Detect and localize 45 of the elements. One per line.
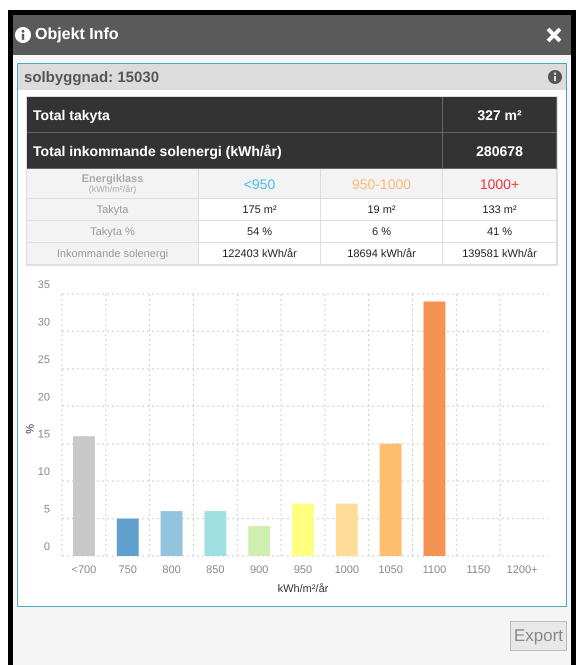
y-tick-label: 25 (38, 354, 50, 366)
table-cell: 175 m² (199, 199, 321, 221)
x-tick-label: 1100 (422, 564, 446, 576)
x-axis-label: kWh/m²/år (278, 583, 328, 595)
x-tick-label: 1050 (378, 564, 403, 576)
table-cell: 19 m² (321, 199, 443, 221)
x-tick-label: <700 (72, 564, 96, 576)
y-tick-label: 10 (38, 466, 50, 478)
table-cell: 41 % (443, 221, 557, 243)
table-cell: 133 m² (443, 199, 557, 221)
energy-class: 950-1000 (352, 176, 412, 192)
y-tick-label: 20 (38, 391, 50, 404)
row-label: Takyta % (27, 221, 199, 243)
x-tick-label: 950 (294, 564, 312, 576)
row-label: Takyta (27, 199, 199, 221)
table-cell: 6 % (321, 221, 443, 243)
summary-value: 327 m² (443, 97, 557, 133)
y-tick-label: 30 (38, 316, 50, 328)
table-cell: 54 % (199, 221, 321, 243)
x-tick-label: 900 (250, 564, 268, 576)
energy-class-label: Energiklass (82, 174, 144, 184)
info-icon (548, 70, 562, 84)
table-cell: 139581 kWh/år (443, 243, 557, 265)
x-tick-label: 1000 (334, 564, 360, 576)
x-tick-label: 1200+ (506, 564, 538, 576)
y-axis-label: % (23, 424, 35, 434)
y-tick-label: 35 (38, 279, 50, 291)
table-cell: 18694 kWh/år (321, 243, 443, 265)
energy-class: <950 (244, 176, 276, 192)
row-label: Inkommande solenergi (27, 243, 199, 265)
x-tick-label: 800 (162, 564, 181, 576)
y-tick-label: 0 (44, 541, 50, 553)
y-tick-label: 15 (38, 428, 50, 441)
y-tick-label: 5 (44, 504, 50, 516)
summary-label: Total takyta (27, 97, 443, 133)
x-tick-label: 1150 (466, 564, 490, 576)
summary-label: Total inkommande solenergi (kWh/år) (27, 133, 443, 169)
unit-label: (kWh/m²/år) (88, 184, 136, 194)
energy-class: 1000+ (480, 176, 520, 192)
x-tick-label: 850 (206, 564, 225, 576)
summary-value: 280678 (443, 133, 557, 169)
panel-title: solbyggnad: 15030 (24, 68, 160, 86)
table-cell: 122403 kWh/år (199, 243, 321, 265)
x-tick-label: 750 (118, 564, 137, 576)
window-title: Objekt Info (35, 26, 120, 44)
